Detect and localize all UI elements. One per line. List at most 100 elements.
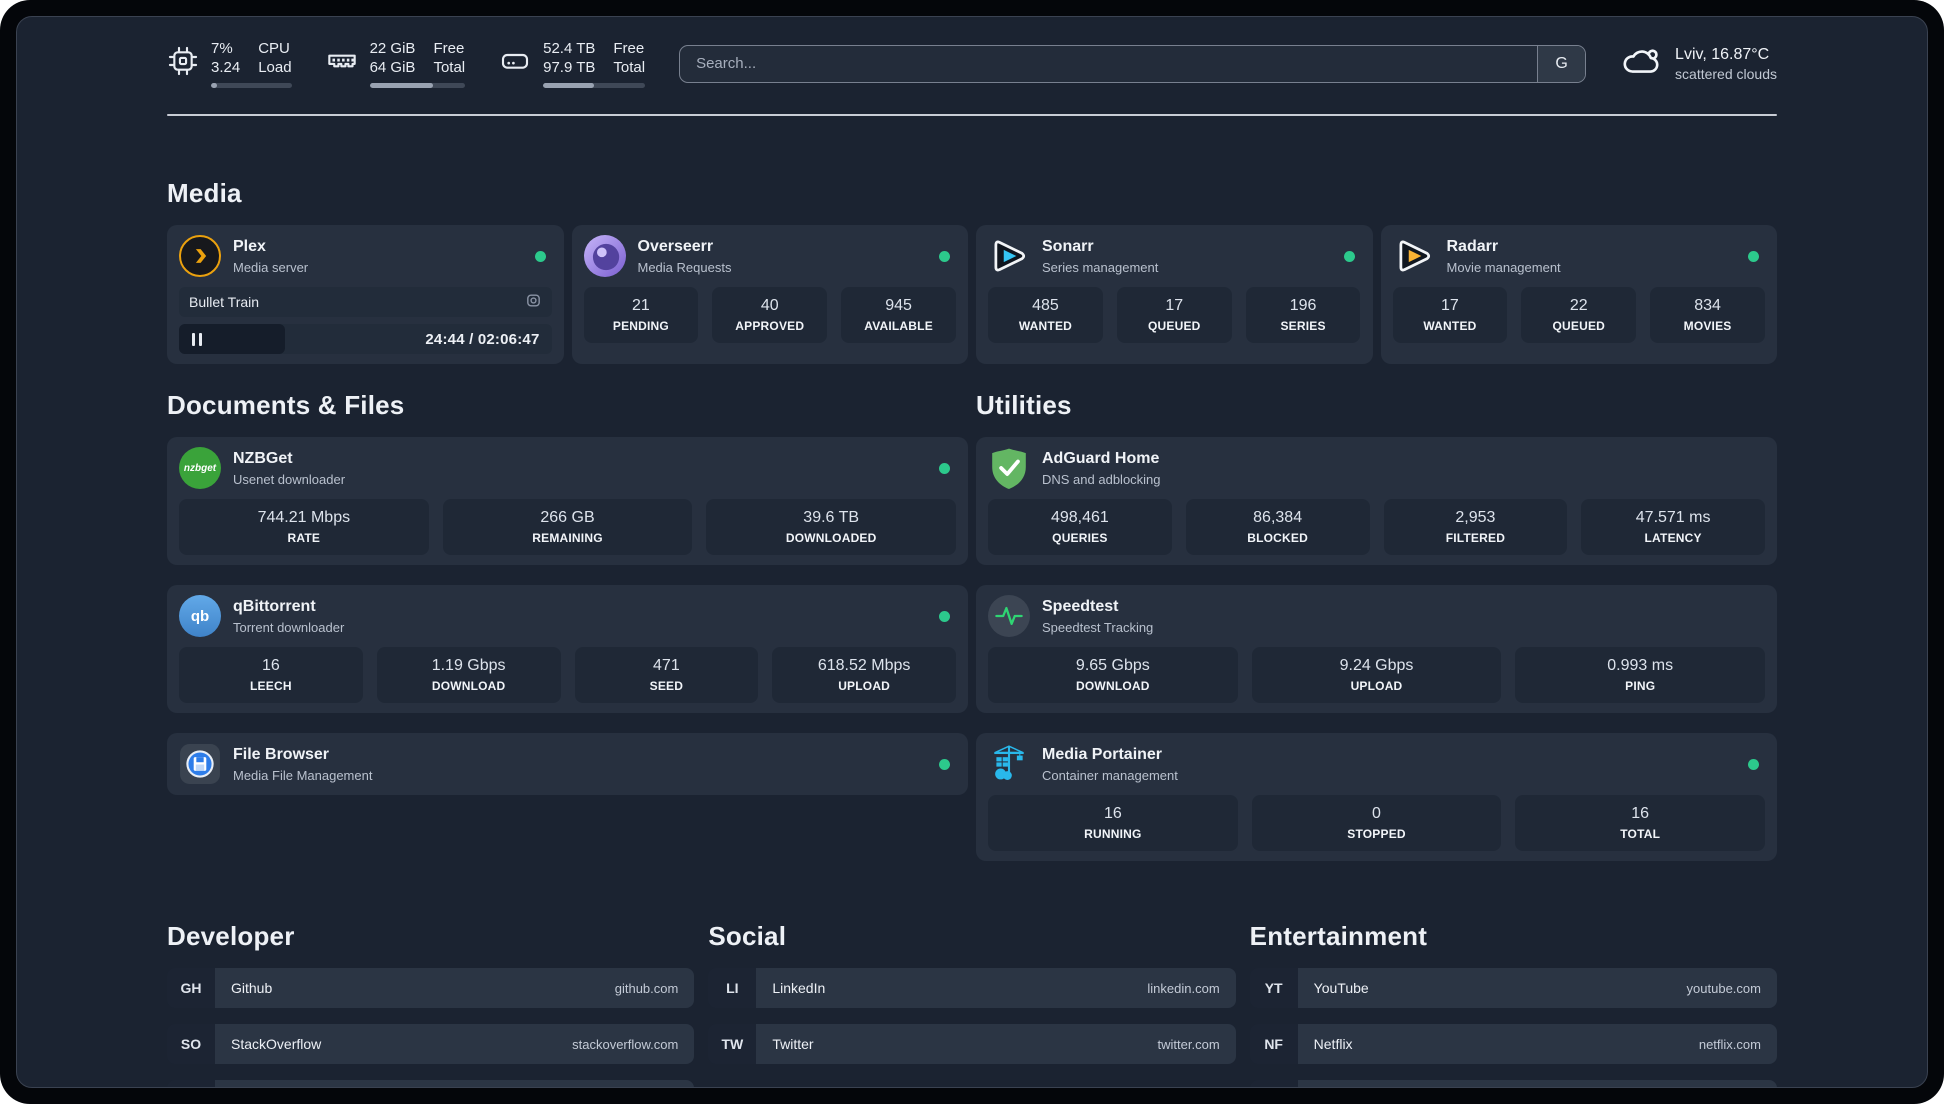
service-desc: Speedtest Tracking bbox=[1042, 619, 1154, 635]
cpu-progress-bar bbox=[211, 83, 292, 88]
system-stats: 7% 3.24 CPU Load 22 GiB 64 GiB Free Tota… bbox=[167, 39, 646, 88]
playback-time: 24:44 / 02:06:47 bbox=[425, 330, 540, 348]
stat-box: 16 LEECH bbox=[179, 647, 363, 703]
cloud-icon bbox=[1620, 40, 1662, 87]
service-name: Speedtest bbox=[1042, 597, 1119, 615]
window-frame: 7% 3.24 CPU Load 22 GiB 64 GiB Free Tota… bbox=[0, 0, 1944, 1104]
stat-box: 744.21 Mbps RATE bbox=[179, 499, 429, 555]
cpu-usage-label: CPU bbox=[258, 40, 290, 57]
stat-box: 21 PENDING bbox=[583, 287, 699, 343]
service-desc: Container management bbox=[1042, 767, 1178, 783]
bookmark-abbr: SO bbox=[167, 1024, 215, 1064]
cpu-stat-widget: 7% 3.24 CPU Load bbox=[167, 39, 292, 88]
ram-free-value: 22 GiB bbox=[369, 40, 416, 57]
ram-total-label: Total bbox=[433, 59, 466, 76]
service-card-qbittorrent[interactable]: qb qBittorrent Torrent downloader 16 LEEC… bbox=[167, 585, 968, 713]
service-card-adguard[interactable]: AdGuard Home DNS and adblocking 498,461 Q… bbox=[976, 437, 1777, 565]
service-card-filebrowser[interactable]: File Browser Media File Management bbox=[167, 733, 968, 795]
service-name: AdGuard Home bbox=[1042, 449, 1160, 467]
bookmark-youtube[interactable]: YT YouTube youtube.com bbox=[1249, 968, 1777, 1008]
playback-bar: 24:44 / 02:06:47 bbox=[179, 324, 552, 354]
service-name: Sonarr bbox=[1042, 237, 1094, 255]
service-desc: DNS and adblocking bbox=[1042, 471, 1161, 487]
dashboard: 7% 3.24 CPU Load 22 GiB 64 GiB Free Tota… bbox=[16, 16, 1928, 1088]
bookmark-netflix[interactable]: NF Netflix netflix.com bbox=[1249, 1024, 1777, 1064]
nzbget-icon: nzbget bbox=[179, 447, 221, 489]
overseerr-icon bbox=[583, 235, 626, 277]
radarr-icon bbox=[1393, 235, 1435, 277]
section-title-media: Media bbox=[167, 178, 242, 208]
pause-button[interactable] bbox=[179, 324, 285, 354]
service-desc: Torrent downloader bbox=[233, 619, 345, 635]
service-name: NZBGet bbox=[233, 449, 293, 467]
bookmark-linkedin[interactable]: LI LinkedIn linkedin.com bbox=[708, 968, 1236, 1008]
ram-icon bbox=[326, 45, 358, 77]
service-card-nzbget[interactable]: nzbget NZBGet Usenet downloader 744.21 M… bbox=[167, 437, 968, 565]
search-bar: G bbox=[679, 44, 1587, 83]
bookmark-group-developer: Developer GH Github github.com SO StackOv… bbox=[167, 921, 695, 1087]
utilities-column: Utilities AdGuard Home DNS and adblockin… bbox=[976, 390, 1777, 861]
disk-total-value: 97.9 TB bbox=[543, 59, 596, 76]
header-divider bbox=[167, 114, 1777, 116]
ram-free-label: Free bbox=[433, 40, 465, 57]
bookmark-github[interactable]: GH Github github.com bbox=[167, 968, 695, 1008]
cpu-load-label: Load bbox=[258, 59, 292, 76]
section-title-utilities: Utilities bbox=[976, 390, 1072, 420]
stat-box: 498,461 QUERIES bbox=[988, 499, 1172, 555]
service-card-overseerr[interactable]: Overseerr Media Requests 21 PENDING 40 APP… bbox=[571, 225, 968, 364]
bookmark-url: stackoverflow.com bbox=[572, 1036, 679, 1052]
stat-box: 2,953 FILTERED bbox=[1383, 499, 1568, 555]
search-provider-button[interactable]: G bbox=[1537, 45, 1586, 82]
documents-column: Documents & Files nzbget NZBGet Usenet d… bbox=[167, 390, 968, 861]
stat-box: 1.19 Gbps DOWNLOAD bbox=[376, 647, 561, 703]
bookmark-abbr: GH bbox=[167, 968, 215, 1008]
status-dot bbox=[534, 250, 546, 262]
stat-box: 0.993 ms PING bbox=[1515, 647, 1766, 703]
bookmark-label: Github bbox=[231, 980, 273, 996]
search-input[interactable] bbox=[680, 45, 1538, 82]
service-desc: Series management bbox=[1042, 259, 1159, 275]
service-desc: Media Requests bbox=[637, 259, 732, 275]
service-desc: Media server bbox=[233, 259, 309, 275]
bookmark-label: Twitter bbox=[772, 1036, 814, 1052]
stat-box: 485 WANTED bbox=[988, 287, 1103, 343]
disk-free-value: 52.4 TB bbox=[543, 40, 596, 57]
disk-icon bbox=[499, 45, 531, 77]
status-dot bbox=[1748, 250, 1759, 262]
bookmark-label: LinkedIn bbox=[772, 980, 826, 996]
bookmark-reddit[interactable]: RE Redditreddit.com bbox=[1249, 1080, 1777, 1087]
bookmark-url: twitter.com bbox=[1157, 1036, 1220, 1052]
stat-box: 22 QUEUED bbox=[1521, 287, 1637, 343]
service-desc: Movie management bbox=[1446, 259, 1561, 275]
bookmark-url: github.com bbox=[614, 980, 679, 996]
disk-progress-bar bbox=[543, 83, 646, 88]
status-dot bbox=[939, 758, 950, 770]
section-title-developer: Developer bbox=[167, 921, 295, 951]
sonarr-icon bbox=[988, 235, 1030, 277]
stat-box: 16 TOTAL bbox=[1515, 795, 1766, 851]
bookmark-stackoverflow[interactable]: SO StackOverflow stackoverflow.com bbox=[167, 1024, 695, 1064]
stat-box: 834 MOVIES bbox=[1650, 287, 1765, 343]
cpu-usage-value: 7% bbox=[211, 40, 233, 57]
service-card-portainer[interactable]: Media Portainer Container management 16 R… bbox=[976, 733, 1777, 861]
status-dot bbox=[1343, 250, 1355, 262]
service-card-radarr[interactable]: Radarr Movie management 17 WANTED 22 QUEUE… bbox=[1380, 225, 1777, 364]
disk-stat-widget: 52.4 TB 97.9 TB Free Total bbox=[499, 39, 646, 88]
video-icon bbox=[525, 292, 542, 312]
bookmark-abbr: TW bbox=[708, 1024, 757, 1064]
bookmark-dev[interactable]: DT DEVdev.to bbox=[167, 1080, 695, 1087]
service-name: Radarr bbox=[1446, 237, 1499, 255]
bookmark-label: YouTube bbox=[1313, 980, 1369, 996]
weather-location-temp: Lviv, 16.87°C bbox=[1675, 46, 1770, 63]
stat-box: 16 RUNNING bbox=[988, 795, 1238, 851]
speedtest-icon bbox=[988, 595, 1030, 637]
stat-box: 0 STOPPED bbox=[1251, 795, 1502, 851]
bookmark-twitter[interactable]: TW Twitter twitter.com bbox=[708, 1024, 1236, 1064]
stat-box: 17 QUEUED bbox=[1116, 287, 1232, 343]
stat-box: 945 AVAILABLE bbox=[841, 287, 956, 343]
service-card-speedtest[interactable]: Speedtest Speedtest Tracking 9.65 Gbps DO… bbox=[976, 585, 1777, 713]
service-name: File Browser bbox=[233, 745, 330, 763]
service-card-sonarr[interactable]: Sonarr Series management 485 WANTED 17 QUE… bbox=[976, 225, 1373, 364]
service-card-plex[interactable]: Plex Media server Bullet Train 24:44 / 0… bbox=[167, 225, 564, 364]
filebrowser-icon bbox=[179, 743, 221, 785]
